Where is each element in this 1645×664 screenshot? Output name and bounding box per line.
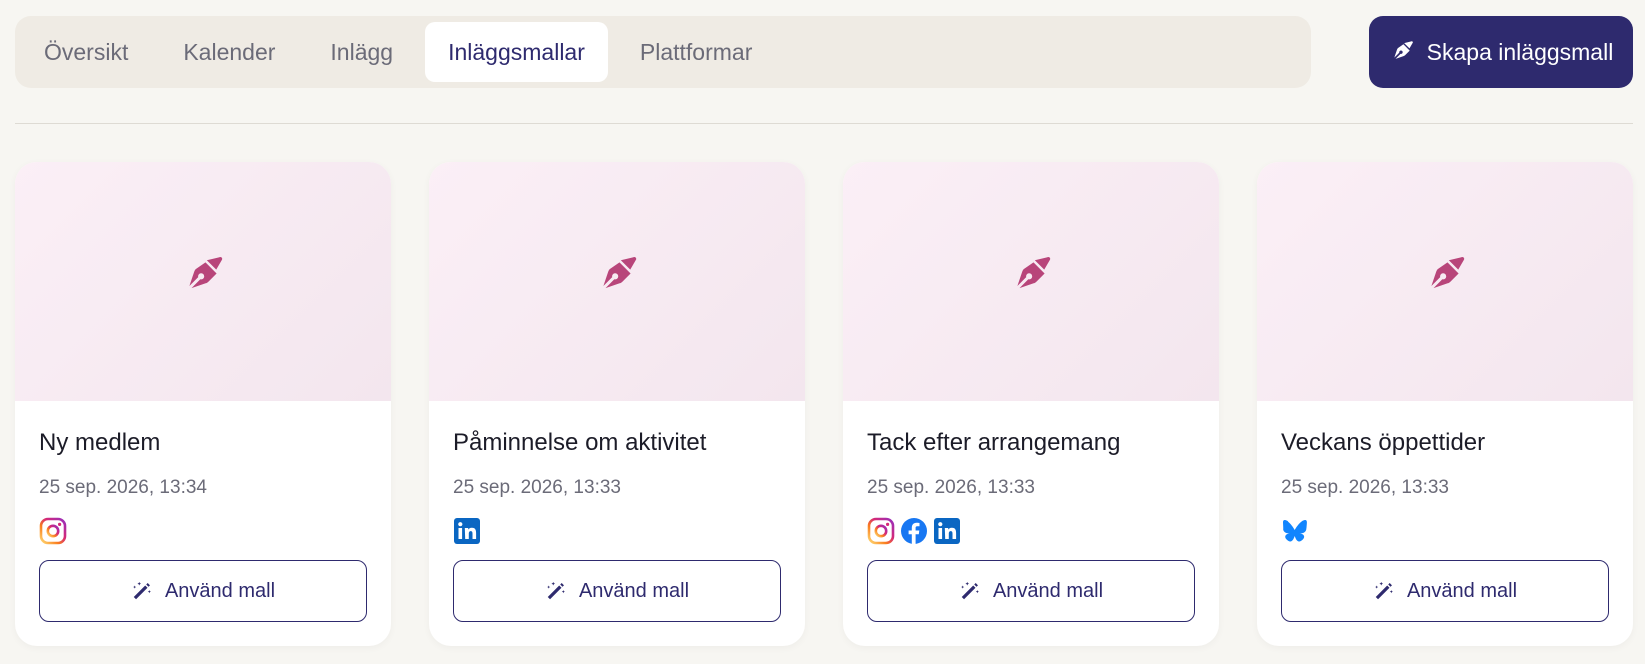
template-title: Tack efter arrangemang [867,429,1121,456]
pen-nib-icon [189,256,223,288]
instagram-icon [39,517,67,545]
instagram-icon [867,517,895,545]
use-template-button[interactable]: Använd mall [1281,560,1609,622]
template-date: 25 sep. 2026, 13:33 [867,477,1035,498]
tab-plattformar[interactable]: Plattformar [617,22,775,82]
template-card: Tack efter arrangemang 25 sep. 2026, 13:… [843,162,1219,646]
use-template-label: Använd mall [164,579,276,602]
platform-list [1281,517,1609,545]
platform-list [39,517,367,545]
template-thumbnail [429,162,805,401]
template-thumbnail [15,162,391,401]
create-template-label: Skapa inläggsmall [1426,38,1614,65]
template-date: 25 sep. 2026, 13:34 [39,477,207,498]
top-bar: Översikt Kalender Inlägg Inläggsmallar P… [15,16,1633,88]
tab-oversikt[interactable]: Översikt [21,22,151,82]
facebook-icon [900,517,928,545]
platform-list [453,517,781,545]
use-template-label: Använd mall [992,579,1104,602]
template-title: Veckans öppettider [1281,429,1486,456]
linkedin-icon [933,517,961,545]
divider [15,123,1633,124]
template-card: Ny medlem 25 sep. 2026, 13:34 Använd mal… [15,162,391,646]
use-template-label: Använd mall [1406,579,1518,602]
tab-bar: Översikt Kalender Inlägg Inläggsmallar P… [15,16,1311,88]
template-date: 25 sep. 2026, 13:33 [1281,477,1449,498]
template-grid: Ny medlem 25 sep. 2026, 13:34 Använd mal… [15,162,1633,646]
magic-wand-icon [1375,581,1393,600]
bluesky-icon [1281,517,1309,545]
create-template-button[interactable]: Skapa inläggsmall [1369,16,1633,88]
use-template-button[interactable]: Använd mall [867,560,1195,622]
tab-kalender[interactable]: Kalender [160,22,298,82]
pen-nib-icon [1017,256,1051,288]
template-thumbnail [1257,162,1633,401]
pen-nib-icon [603,256,637,288]
pen-nib-icon [1393,41,1413,59]
template-title: Påminnelse om aktivitet [453,429,707,456]
template-date: 25 sep. 2026, 13:33 [453,477,621,498]
pen-nib-icon [1431,256,1465,288]
use-template-button[interactable]: Använd mall [453,560,781,622]
template-thumbnail [843,162,1219,401]
use-template-label: Använd mall [578,579,690,602]
use-template-button[interactable]: Använd mall [39,560,367,622]
magic-wand-icon [547,581,565,600]
template-title: Ny medlem [39,429,161,456]
linkedin-icon [453,517,481,545]
tab-inlagg[interactable]: Inlägg [307,22,416,82]
template-card: Veckans öppettider 25 sep. 2026, 13:33 A… [1257,162,1633,646]
magic-wand-icon [961,581,979,600]
template-card: Påminnelse om aktivitet 25 sep. 2026, 13… [429,162,805,646]
platform-list [867,517,1195,545]
magic-wand-icon [133,581,151,600]
tab-inlaggsmallar[interactable]: Inläggsmallar [425,22,608,82]
